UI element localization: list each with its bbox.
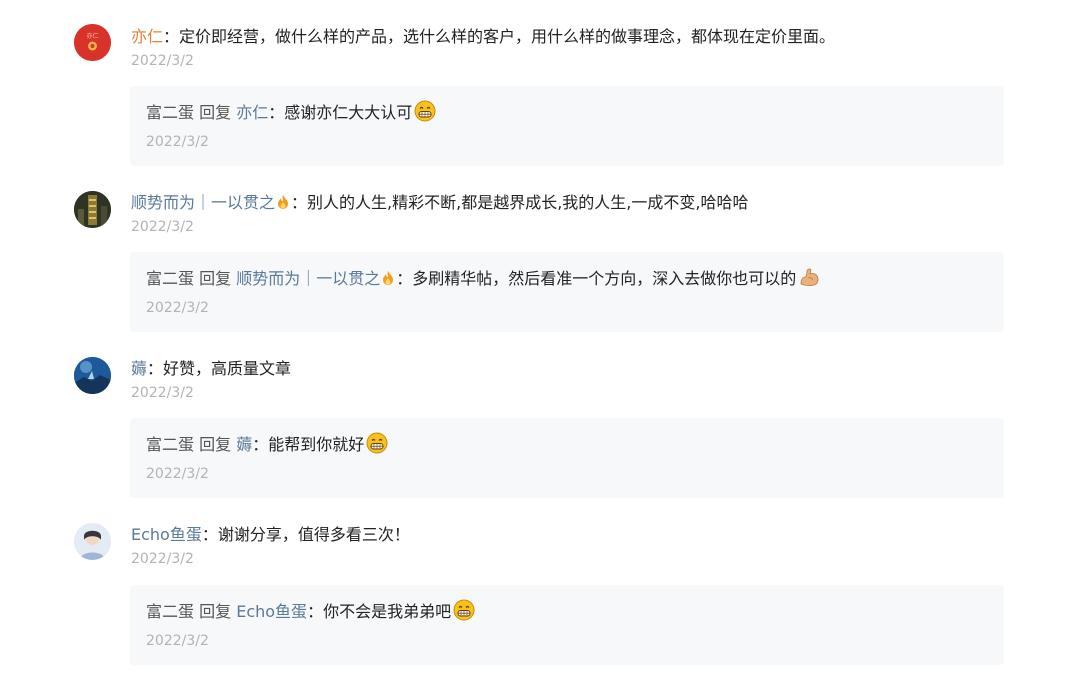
reply-box: 富二蛋 回复 顺势而为｜一以贯之 ：多刷精华帖，然后看准一个方向，深入去做你也可以… [130,252,1004,332]
reply-date: 2022/3/2 [146,134,209,150]
reply-date: 2022/3/2 [146,300,209,316]
avatar[interactable] [74,523,111,560]
reply-text-line: 富二蛋 回复 Echo鱼蛋：你不会是我弟弟吧 [146,599,475,628]
reply-text: 能帮到你就好 [268,435,365,454]
avatar-logo-icon: 亦仁 [74,24,111,61]
comment-text-line: 薅：好赞，高质量文章 [131,357,291,381]
reply-to-author[interactable]: 顺势而为｜一以贯之 [236,269,380,288]
reply-word: 回复 [199,269,232,288]
grin-emoji-icon [453,599,475,628]
reply-to-author[interactable]: 亦仁 [236,103,268,122]
reply-text-line: 富二蛋 回复 薅：能帮到你就好 [146,432,388,461]
comment-text: 好赞，高质量文章 [163,359,292,378]
comment-text-line: Echo鱼蛋：谢谢分享，值得多看三次！ [131,523,410,547]
reply-author[interactable]: 富二蛋 [146,602,194,621]
avatar[interactable] [74,357,111,394]
reply-to-author[interactable]: 薅 [236,435,252,454]
reply-box: 富二蛋 回复 薅：能帮到你就好 2022/3/2 [130,418,1004,498]
comment-date: 2022/3/2 [131,551,194,567]
reply-text-line: 富二蛋 回复 顺势而为｜一以贯之 ：多刷精华帖，然后看准一个方向，深入去做你也可以… [146,266,820,295]
reply-box: 富二蛋 回复 亦仁：感谢亦仁大大认可 2022/3/2 [130,86,1004,166]
reply-date: 2022/3/2 [146,466,209,482]
grin-emoji-icon [366,432,388,461]
comment-author[interactable]: 亦仁 [131,27,163,46]
reply-box: 富二蛋 回复 Echo鱼蛋：你不会是我弟弟吧 2022/3/2 [130,585,1004,665]
reply-separator: ： [252,435,269,454]
reply-text: 你不会是我弟弟吧 [323,602,452,621]
avatar-label: 亦仁 [86,32,98,40]
avatar[interactable] [74,191,111,228]
reply-text: 感谢亦仁大大认可 [284,103,413,122]
comment-author[interactable]: 顺势而为｜一以贯之 [131,193,275,212]
avatar[interactable]: 亦仁 [74,24,111,61]
comment-text-line: 亦仁：定价即经营，做什么样的产品，选什么样的客户，用什么样的做事理念，都体现在定… [131,25,835,49]
reply-text-line: 富二蛋 回复 亦仁：感谢亦仁大大认可 [146,100,436,129]
reply-word: 回复 [199,602,232,621]
avatar-photo-icon [74,191,111,228]
reply-separator: ： [268,103,285,122]
comment-date: 2022/3/2 [131,385,194,401]
fire-icon [276,193,290,217]
comment-separator: ： [291,193,308,212]
avatar-photo-icon [74,523,111,560]
comment-text: 定价即经营，做什么样的产品，选什么样的客户，用什么样的做事理念，都体现在定价里面… [179,27,836,46]
reply-separator: ： [307,602,324,621]
avatar-photo-icon [74,357,111,394]
reply-author[interactable]: 富二蛋 [146,435,194,454]
comment-author[interactable]: Echo鱼蛋 [131,525,202,544]
reply-author[interactable]: 富二蛋 [146,269,194,288]
comment-separator: ： [201,525,218,544]
comment-text-line: 顺势而为｜一以贯之 ：别人的人生,精彩不断,都是越界成长,我的人生,一成不变,哈哈… [131,191,748,217]
reply-separator: ： [396,269,413,288]
reply-author[interactable]: 富二蛋 [146,103,194,122]
comment-date: 2022/3/2 [131,53,194,69]
comment-date: 2022/3/2 [131,219,194,235]
reply-word: 回复 [199,435,232,454]
reply-text: 多刷精华帖，然后看准一个方向，深入去做你也可以的 [412,269,797,288]
reply-to-author[interactable]: Echo鱼蛋 [236,602,307,621]
comment-text: 谢谢分享，值得多看三次！ [217,525,410,544]
flexed-biceps-icon [798,266,820,295]
comment-author[interactable]: 薅 [131,359,147,378]
comment-text: 别人的人生,精彩不断,都是越界成长,我的人生,一成不变,哈哈哈 [307,193,749,212]
reply-date: 2022/3/2 [146,633,209,649]
fire-icon [381,269,395,293]
comment-separator: ： [163,27,180,46]
comment-separator: ： [147,359,164,378]
grin-emoji-icon [414,100,436,129]
reply-word: 回复 [199,103,232,122]
